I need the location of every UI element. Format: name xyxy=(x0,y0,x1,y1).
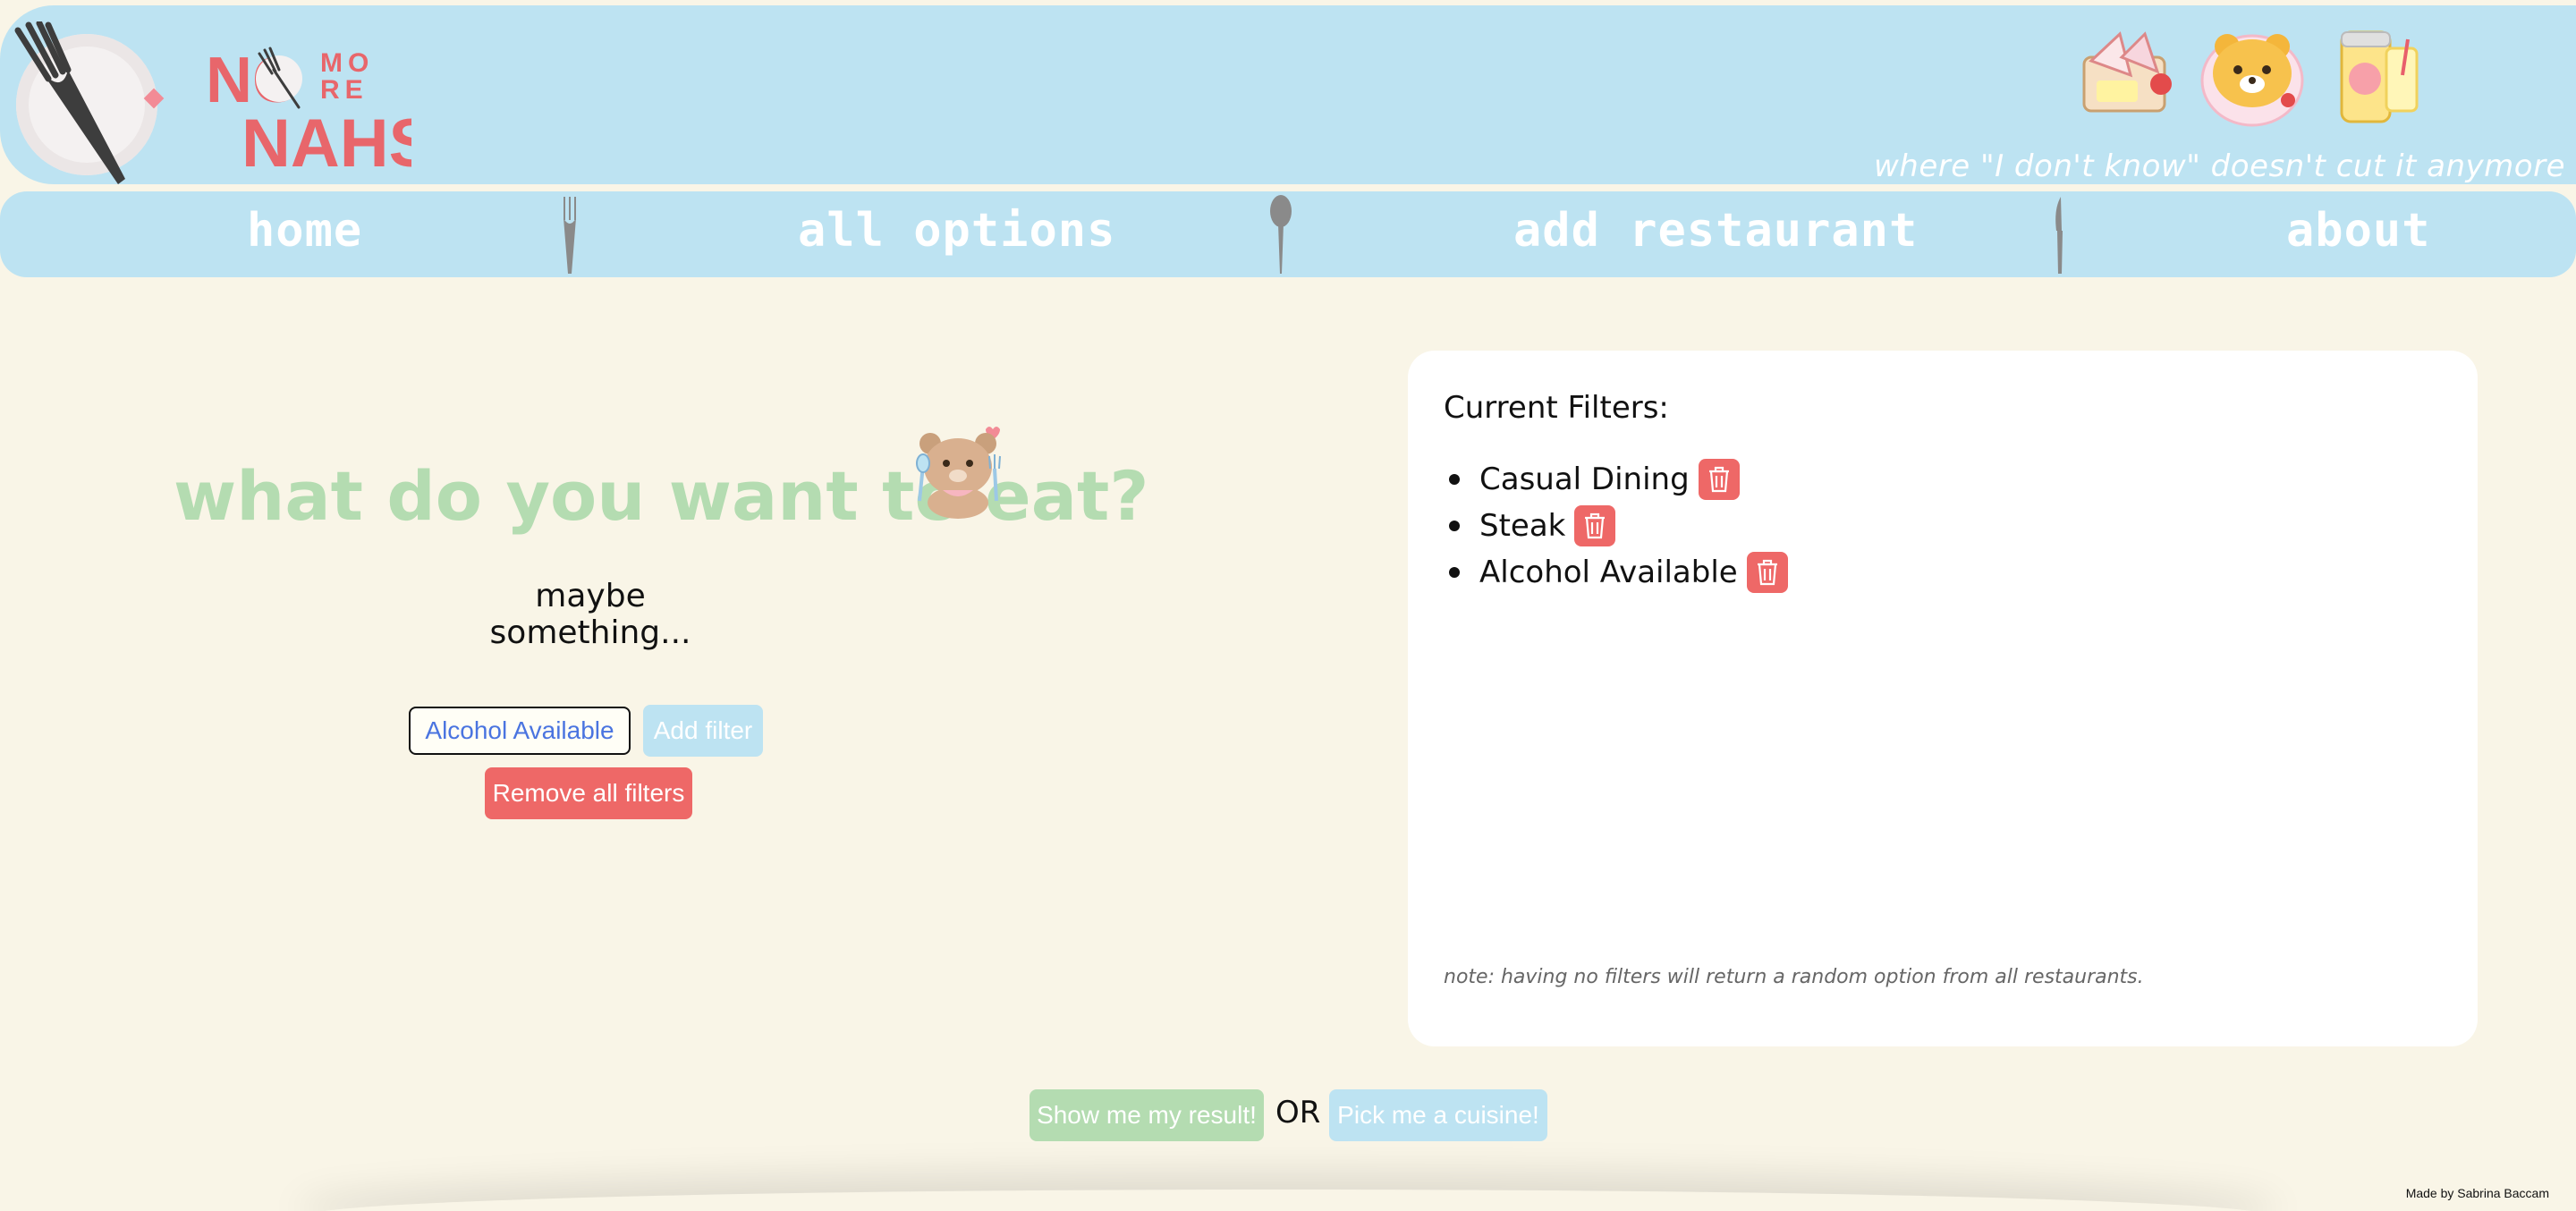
trash-icon xyxy=(1585,512,1606,539)
nav-all-options[interactable]: all options xyxy=(798,204,1115,258)
bear-eating-icon xyxy=(916,427,1001,519)
main-nav: home all options add restaurant about xyxy=(0,191,2576,277)
no-more-nahs-logo[interactable]: NO MO RE NAHS xyxy=(206,39,411,174)
filter-label: Steak xyxy=(1479,508,1566,544)
subtitle: maybe something... xyxy=(489,578,691,651)
pick-cuisine-button[interactable]: Pick me a cuisine! xyxy=(1329,1089,1547,1141)
filters-heading: Current Filters: xyxy=(1444,390,1669,426)
fork-divider-icon xyxy=(564,197,576,274)
trash-icon xyxy=(1757,559,1777,586)
remove-all-filters-button[interactable]: Remove all filters xyxy=(485,767,692,819)
nav-about[interactable]: about xyxy=(2286,204,2431,258)
filter-item: Alcohol Available xyxy=(1449,549,1788,596)
nav-add-restaurant[interactable]: add restaurant xyxy=(1513,204,1918,258)
delete-filter-button[interactable] xyxy=(1746,552,1788,593)
current-filters-card: Current Filters: Casual Dining Steak Alc… xyxy=(1408,351,2478,1046)
tagline: where "I don't know" doesn't cut it anym… xyxy=(1873,148,2565,184)
add-filter-button[interactable]: Add filter xyxy=(643,705,763,757)
peach-drink-icon xyxy=(2340,30,2419,123)
svg-text:NAHS: NAHS xyxy=(242,106,411,174)
fork-icon xyxy=(14,21,125,184)
nav-home[interactable]: home xyxy=(247,204,362,258)
filter-list: Casual Dining Steak Alcohol Available xyxy=(1449,456,1788,596)
spoon-divider-icon xyxy=(1270,195,1292,274)
svg-text:MO: MO xyxy=(320,48,374,78)
show-result-button[interactable]: Show me my result! xyxy=(1030,1089,1264,1141)
filter-label: Casual Dining xyxy=(1479,462,1690,497)
site-header: NO MO RE NAHS xyxy=(0,5,2576,184)
delete-filter-button[interactable] xyxy=(1698,459,1740,500)
trash-icon xyxy=(1708,466,1729,493)
footer-credit: Made by Sabrina Baccam xyxy=(2405,1186,2549,1200)
sandwich-icon xyxy=(2082,31,2172,113)
filters-note: note: having no filters will return a ra… xyxy=(1444,966,2144,988)
delete-filter-button[interactable] xyxy=(1574,505,1616,546)
svg-text:RE: RE xyxy=(320,75,369,105)
filter-label: Alcohol Available xyxy=(1479,555,1738,590)
filter-select[interactable]: Alcohol Available xyxy=(409,707,631,755)
food-icons xyxy=(2075,21,2429,129)
filter-item: Casual Dining xyxy=(1449,456,1788,503)
knife-divider-icon xyxy=(2055,197,2063,274)
filter-item: Steak xyxy=(1449,503,1788,549)
or-separator: OR xyxy=(1275,1095,1321,1131)
bear-pancake-icon xyxy=(2200,34,2304,127)
footer-shadow xyxy=(304,1190,2272,1211)
